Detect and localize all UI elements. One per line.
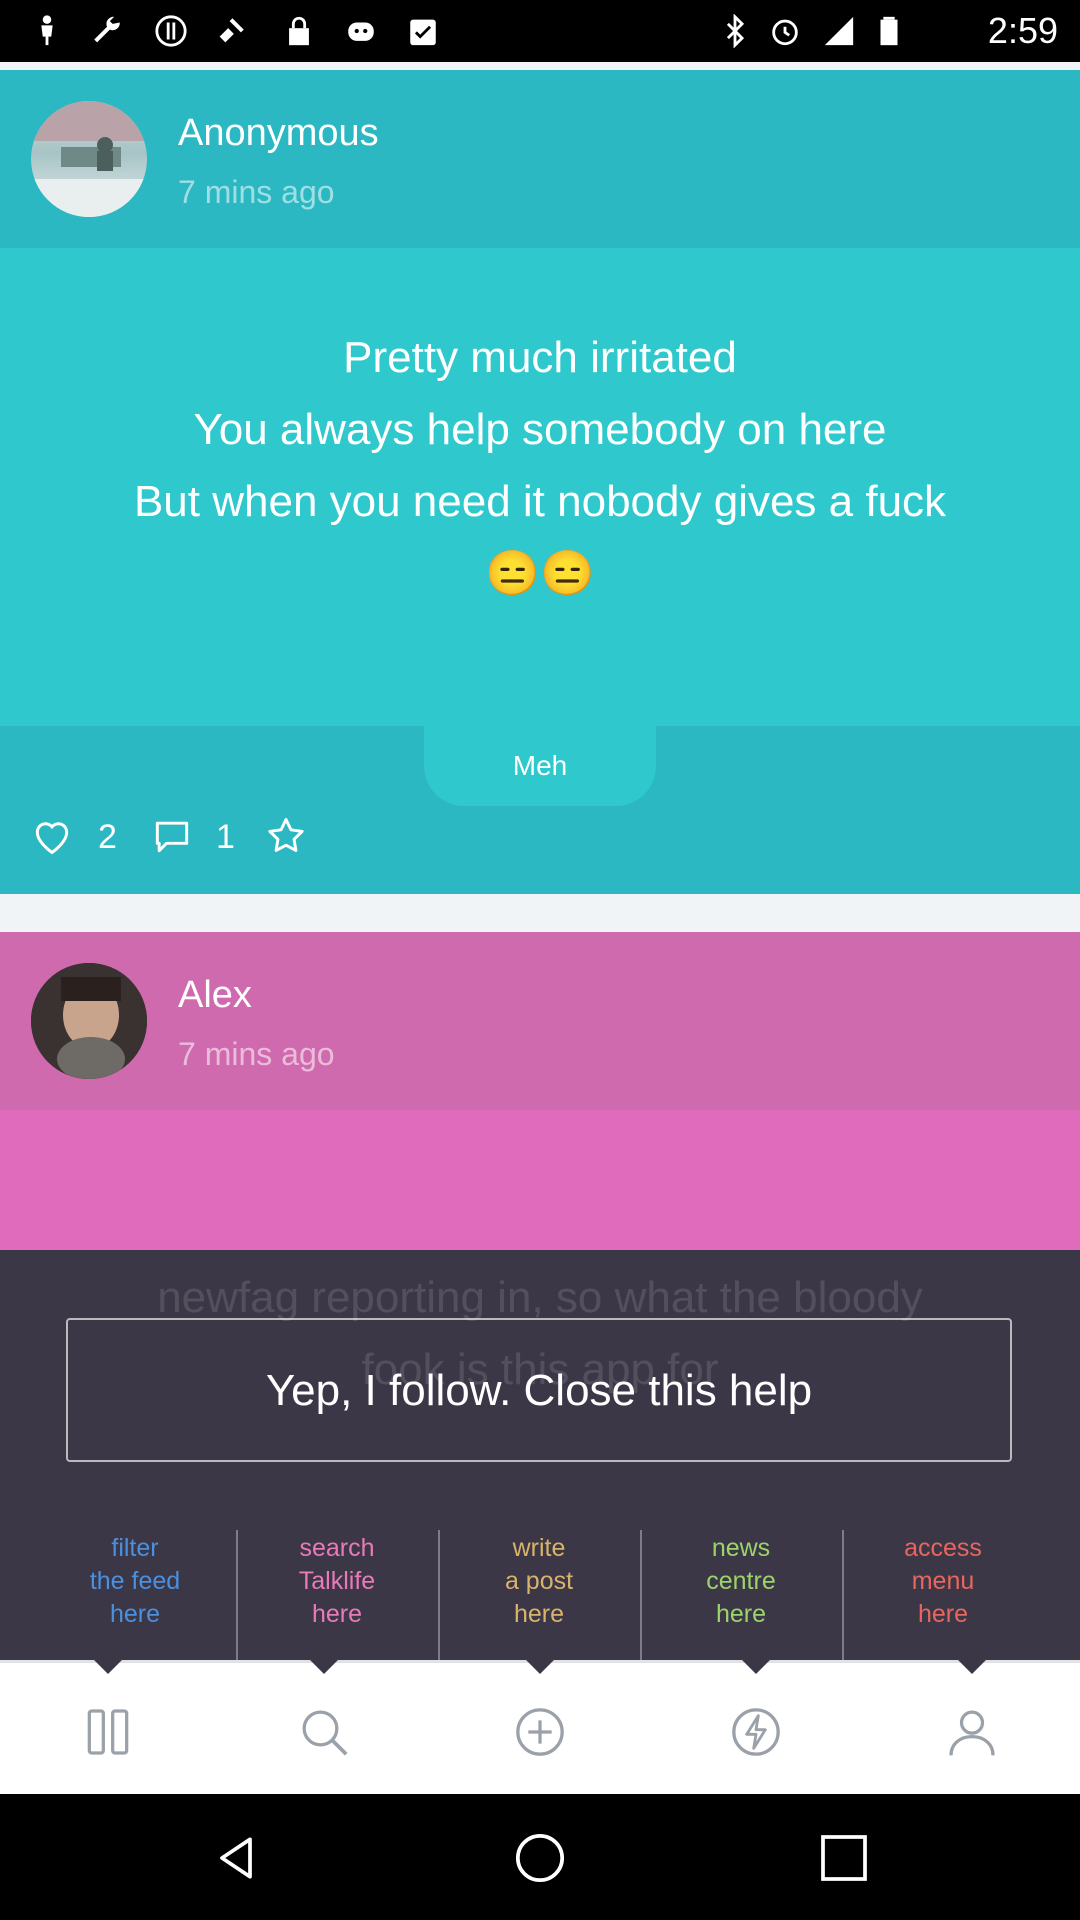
status-bar: 2:59	[0, 0, 1080, 62]
post-emoji: 😑😑	[485, 549, 595, 598]
post-line: But when you need it nobody gives a fuck	[133, 477, 947, 526]
home-button[interactable]	[504, 1822, 576, 1894]
news-icon	[732, 1708, 780, 1756]
fake-gps-icon	[219, 18, 244, 43]
recents-button[interactable]	[808, 1822, 880, 1894]
tab-write[interactable]	[495, 1687, 585, 1777]
post-author[interactable]: Anonymous	[178, 112, 379, 155]
tab-search[interactable]	[279, 1687, 369, 1777]
profile-icon	[949, 1710, 995, 1756]
hint-pointer	[958, 1660, 986, 1674]
bluetooth-icon	[726, 14, 745, 48]
hint-menu: access menu here	[904, 1534, 982, 1628]
tab-news[interactable]	[711, 1687, 801, 1777]
post-body[interactable]: Pretty much irritated You always help so…	[0, 248, 1080, 728]
navigation-bar	[0, 1794, 1080, 1920]
back-button[interactable]	[200, 1822, 272, 1894]
hint-write: write a post here	[504, 1534, 574, 1628]
post-actions: Meh 2 1	[0, 726, 1080, 894]
tab-filter[interactable]	[63, 1687, 153, 1777]
home-icon	[515, 1833, 565, 1883]
post-time: 7 mins ago	[178, 1036, 335, 1072]
search-icon	[302, 1710, 348, 1756]
hint-news: news centre here	[706, 1534, 776, 1628]
hint-pointer	[526, 1660, 554, 1674]
star-icon[interactable]	[264, 814, 308, 858]
add-post-icon	[516, 1708, 564, 1756]
comment-count: 1	[216, 818, 235, 856]
post-content: Pretty much irritated You always help so…	[60, 322, 1020, 610]
hint-filter: filter the feed here	[89, 1534, 181, 1628]
post-time: 7 mins ago	[178, 174, 335, 210]
person-icon	[41, 15, 53, 46]
alert-icon	[155, 15, 187, 47]
mood-badge: Meh	[424, 726, 656, 806]
like-count: 2	[98, 818, 117, 856]
back-icon	[220, 1837, 252, 1879]
hint-pointer	[310, 1660, 338, 1674]
alarm-icon	[772, 19, 798, 46]
lock-icon	[289, 16, 309, 46]
post-line: Pretty much irritated	[343, 333, 737, 382]
tab-bar	[0, 1660, 1080, 1794]
bench-image	[31, 101, 147, 217]
recents-icon	[821, 1835, 867, 1881]
wrench-icon	[94, 16, 120, 43]
clock: 2:59	[987, 10, 1058, 51]
clipboard-check-icon	[410, 19, 436, 46]
feed[interactable]: Anonymous 7 mins ago Pretty much irritat…	[0, 62, 1080, 1794]
heart-icon[interactable]	[30, 814, 74, 858]
post-header[interactable]: Alex 7 mins ago	[0, 932, 1080, 1110]
post-body[interactable]	[0, 1110, 1080, 1270]
avatar[interactable]	[31, 101, 147, 217]
close-help-button[interactable]: Yep, I follow. Close this help	[66, 1318, 1012, 1462]
post-header[interactable]: Anonymous 7 mins ago	[0, 70, 1080, 248]
comment-icon[interactable]	[150, 814, 194, 858]
hint-pointer	[742, 1660, 770, 1674]
post-line: You always help somebody on here	[193, 405, 887, 454]
android-icon	[348, 22, 374, 41]
battery-icon	[880, 16, 898, 46]
post-author[interactable]: Alex	[178, 974, 252, 1017]
mood-label: Meh	[512, 750, 568, 781]
profile-photo	[31, 963, 147, 1079]
signal-icon	[824, 16, 854, 46]
filter-icon	[87, 1709, 129, 1755]
hint-pointer	[94, 1660, 122, 1674]
avatar[interactable]	[31, 963, 147, 1079]
tab-menu[interactable]	[927, 1687, 1017, 1777]
hint-search: search Talklife here	[298, 1534, 376, 1628]
